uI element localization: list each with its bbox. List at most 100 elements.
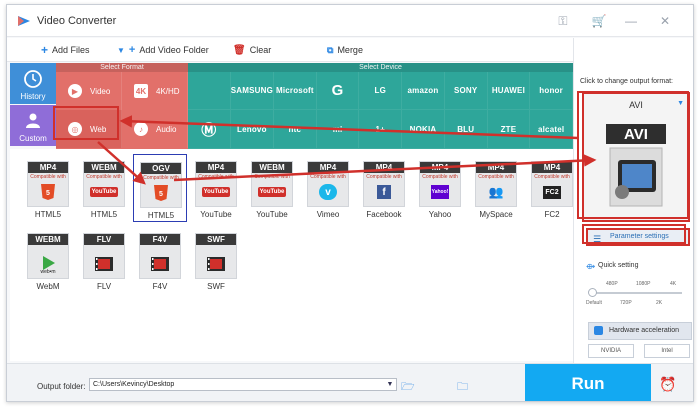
add-files-button[interactable]: + Add Files [41,43,90,57]
quick-setting: ⟴ Quick setting [586,262,639,271]
tile-name: HTML5 [147,211,175,220]
format-tile[interactable]: MP4 Compatible with YouTube YouTube [189,154,243,222]
device-motorola[interactable]: Ⓜ [188,110,231,149]
tile-compat-text: Compatible with [30,174,66,180]
svg-text:5: 5 [46,190,50,197]
device-huawei[interactable]: HUAWEI [487,72,531,110]
format-tile[interactable]: WEBM Compatible with YouTube YouTube [245,154,299,222]
tile-name: SWF [207,282,225,291]
tile-thumbnail: MP4 Compatible with YouTube [195,161,237,207]
merge-button[interactable]: ⧉ Merge [327,43,363,57]
device-sony[interactable]: SONY [444,72,488,110]
tile-brand-art: FC2 [540,183,564,201]
format-tiles-area: MP4 Compatible with 5 HTML5 WEBM Compatible w… [10,149,573,361]
format-tile[interactable]: OGV Compatible with 5 HTML5 [133,154,187,222]
key-icon[interactable]: ⚿ [555,13,571,29]
format-tile[interactable]: MP4 Compatible with 5 HTML5 [21,154,75,222]
tile-brand-art: v [316,183,340,201]
device-amazon[interactable]: amazon [402,72,445,110]
category-history-label: History [20,92,46,101]
webm-icon: web•m [40,256,56,273]
format-tile[interactable]: F4V F4V [133,226,187,294]
select-device-panel: Select Device SAMSUNG Microsoft G LG ama… [188,63,573,149]
tile-thumbnail: MP4 Compatible with 👥 [475,161,517,207]
format-4k-hd[interactable]: 4K 4K/HD [122,72,188,110]
tile-format: MP4 [532,162,572,173]
film-strip-icon [151,257,169,271]
gpu-nvidia[interactable]: NVIDIA [588,344,634,358]
cart-icon[interactable]: 🛒 [591,13,607,29]
tile-format: MP4 [196,162,236,173]
quick-setting-label: Quick setting [598,262,639,269]
format-tile[interactable]: FLV FLV [77,226,131,294]
device-google[interactable]: G [316,72,360,110]
folder-browse-icon[interactable]: 🗀 [457,378,473,393]
format-audio[interactable]: ♪ Audio [122,110,188,148]
format-tile[interactable]: MP4 Compatible with Yahoo! Yahoo [413,154,467,222]
tile-brand-art: 👥 [484,183,508,201]
svg-text:5: 5 [159,191,163,198]
music-icon: ♪ [134,122,148,136]
tile-format: OGV [141,163,181,174]
device-lenovo[interactable]: Lenovo [230,110,274,149]
tile-thumbnail: WEBM Compatible with YouTube [83,161,125,207]
device-nokia[interactable]: NOKIA [402,110,445,149]
bottom-bar: Output folder: C:\Users\Kevincy\Desktop … [7,363,693,401]
run-button[interactable]: Run [525,364,651,401]
device-alcatel[interactable]: alcatel [530,110,573,149]
format-tile[interactable]: MP4 Compatible with 👥 MySpace [469,154,523,222]
plus-icon: + [41,43,49,57]
format-tile[interactable]: MP4 Compatible with FC2 FC2 [525,154,579,222]
device-zte[interactable]: ZTE [487,110,531,149]
annotation-param-highlight [582,224,686,244]
hd-icon: 4K [134,84,148,98]
quality-slider-track[interactable] [592,292,682,294]
dropdown-arrow-icon: ▼ [117,45,125,55]
device-grid: SAMSUNG Microsoft G LG amazon SONY HUAWE… [188,72,573,149]
tile-brand-art: YouTube [89,183,119,201]
device-oneplus[interactable]: 1+ [359,110,403,149]
device-xiaomi[interactable]: mi [316,110,360,149]
tile-thumbnail: FLV [83,233,125,279]
format-tile[interactable]: WEBM Compatible with YouTube HTML5 [77,154,131,222]
format-video[interactable]: ▶ Video [56,72,122,110]
format-tile[interactable]: SWF SWF [189,226,243,294]
tile-format: WEBM [252,162,292,173]
add-video-folder-button[interactable]: ▼ + Add Video Folder [117,43,209,57]
device-lg[interactable]: LG [359,72,403,110]
format-tile[interactable]: MP4 Compatible with f Facebook [357,154,411,222]
tile-compat-text: Compatible with [310,174,346,180]
tile-format: WEBM [84,162,124,173]
minimize-icon[interactable]: — [623,13,639,29]
tile-name: FC2 [544,210,560,219]
format-tile[interactable]: MP4 Compatible with v Vimeo [301,154,355,222]
tile-thumbnail: MP4 Compatible with v [307,161,349,207]
category-column: History Custom [10,63,56,149]
device-samsung[interactable]: SAMSUNG [230,72,274,110]
quality-slider-knob[interactable] [588,288,597,297]
clear-button[interactable]: 🗑 Clear [233,43,271,57]
tile-format: MP4 [420,162,460,173]
html5-icon: 5 [41,184,55,200]
format-tile[interactable]: WEBM web•m WebM [21,226,75,294]
tile-name: Facebook [366,210,402,219]
device-apple[interactable] [188,72,231,110]
device-honor[interactable]: honor [530,72,573,110]
category-custom-label: Custom [19,134,47,143]
device-blu[interactable]: BLU [444,110,488,149]
hardware-acceleration-button[interactable]: Hardware acceleration [588,322,692,340]
alarm-clock-icon[interactable]: ⏰ [659,376,677,394]
close-icon[interactable]: ✕ [657,13,673,29]
film-strip-icon [95,257,113,271]
youtube-logo: YouTube [257,187,287,197]
device-htc[interactable]: htc [274,110,317,149]
chevron-down-icon[interactable]: ▼ [384,379,396,390]
device-microsoft[interactable]: Microsoft [274,72,317,110]
category-history[interactable]: History [10,63,56,104]
tile-format: F4V [140,234,180,245]
open-folder-icon[interactable]: 🗁 [401,378,417,393]
gpu-intel[interactable]: Intel [644,344,690,358]
output-folder-field[interactable]: C:\Users\Kevincy\Desktop ▼ [89,378,397,391]
category-custom[interactable]: Custom [10,105,56,146]
tile-thumbnail: MP4 Compatible with f [363,161,405,207]
